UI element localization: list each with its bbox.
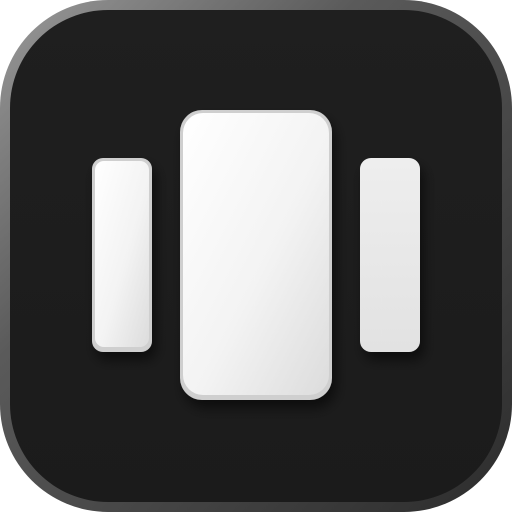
app-icon	[0, 0, 512, 512]
right-panel	[360, 158, 420, 352]
left-panel	[92, 158, 152, 352]
three-panels-icon	[0, 0, 512, 512]
center-panel	[180, 110, 332, 400]
